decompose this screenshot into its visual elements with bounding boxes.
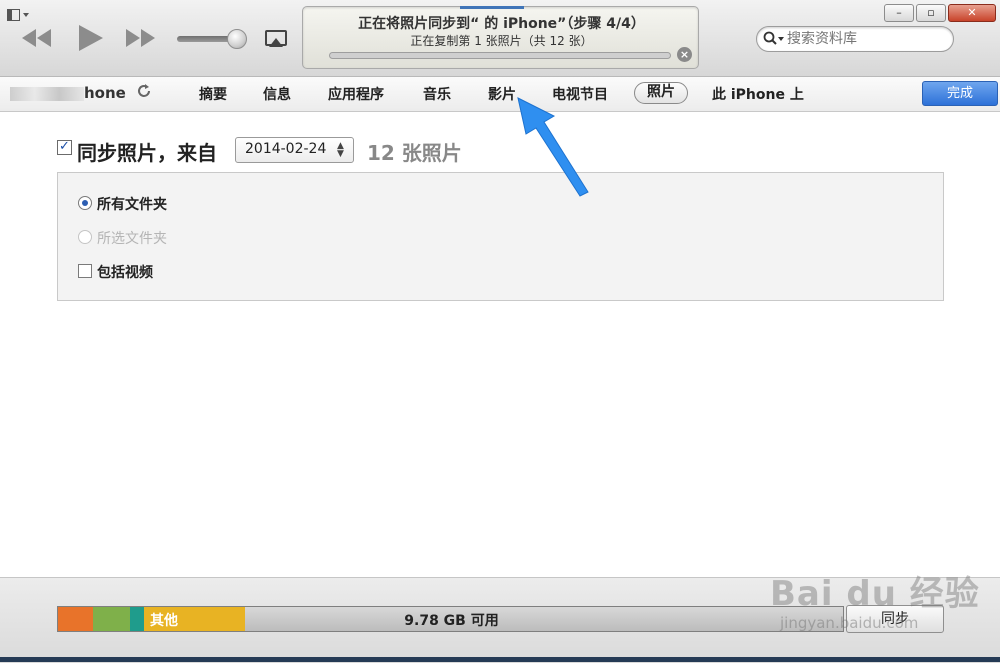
selected-folders-label: 所选文件夹 [97,231,167,247]
status-notch [460,6,524,9]
sync-photos-checkbox[interactable]: ✓ [57,140,72,155]
device-name[interactable]: hone [84,84,126,102]
capacity-free-label: 9.78 GB 可用 [404,613,499,629]
status-display: 正在将照片同步到“ 的 iPhone”（步骤 4/4） 正在复制第 1 张照片（… [302,6,699,69]
sync-status-title: 正在将照片同步到“ 的 iPhone”（步骤 4/4） [358,16,645,32]
include-videos-checkbox[interactable] [78,264,92,278]
selected-folders-radio[interactable] [78,230,92,244]
annotation-arrow [510,92,600,206]
tab-on-this-iphone[interactable]: 此 iPhone 上 [712,84,804,104]
taskbar-strip [0,657,1000,662]
rewind-icon[interactable] [20,26,54,54]
close-button[interactable]: ✕ [948,4,996,22]
minimize-button[interactable]: – [884,4,914,22]
watermark-url: jingyan.baidu.com [780,614,919,632]
radio-selected-dot [82,200,88,206]
search-icon [763,31,785,51]
folder-options-panel: 所有文件夹 所选文件夹 包括视频 [57,172,944,301]
capacity-bar: 其他 9.78 GB 可用 [57,606,844,632]
baidu-watermark: Bai du 经验 jingyan.baidu.com [770,566,980,632]
source-date-value: 2014-02-24 [245,141,327,157]
tab-photos[interactable]: 照片 [634,82,688,104]
all-folders-label: 所有文件夹 [97,197,167,213]
watermark-logo: Bai du 经验 [770,574,980,614]
volume-knob[interactable] [227,29,247,49]
maximize-button[interactable]: ▫ [916,4,946,22]
airplay-triangle [269,38,283,47]
cancel-sync-icon[interactable]: × [677,47,692,62]
include-videos-label: 包括视频 [97,265,153,281]
toolbar: 正在将照片同步到“ 的 iPhone”（步骤 4/4） 正在复制第 1 张照片（… [0,0,1000,77]
sidebar-menu-icon[interactable] [7,8,35,27]
tab-music[interactable]: 音乐 [423,84,451,104]
device-name-redacted [10,87,84,101]
device-navbar: hone 摘要 信息 应用程序 音乐 影片 电视节目 照片 此 iPhone 上… [0,77,1000,112]
done-button[interactable]: 完成 [922,81,998,106]
search-box[interactable] [756,26,954,52]
sync-progress-bar [329,52,671,59]
play-icon[interactable] [76,23,106,57]
source-date-select[interactable]: 2014-02-24 ▲ ▼ [235,137,354,163]
search-input[interactable] [787,30,947,48]
select-arrows-icon: ▲ ▼ [337,141,344,159]
photo-count: 12 张照片 [367,141,462,165]
fast-forward-icon[interactable] [123,26,157,54]
sync-status-subtitle: 正在复制第 1 张照片（共 12 张） [410,34,593,48]
tab-info[interactable]: 信息 [263,84,291,104]
sync-photos-label: 同步照片，来自 [77,141,217,165]
tab-apps[interactable]: 应用程序 [328,84,384,104]
tab-summary[interactable]: 摘要 [199,84,227,104]
all-folders-radio[interactable] [78,196,92,210]
sync-icon[interactable] [136,83,152,103]
